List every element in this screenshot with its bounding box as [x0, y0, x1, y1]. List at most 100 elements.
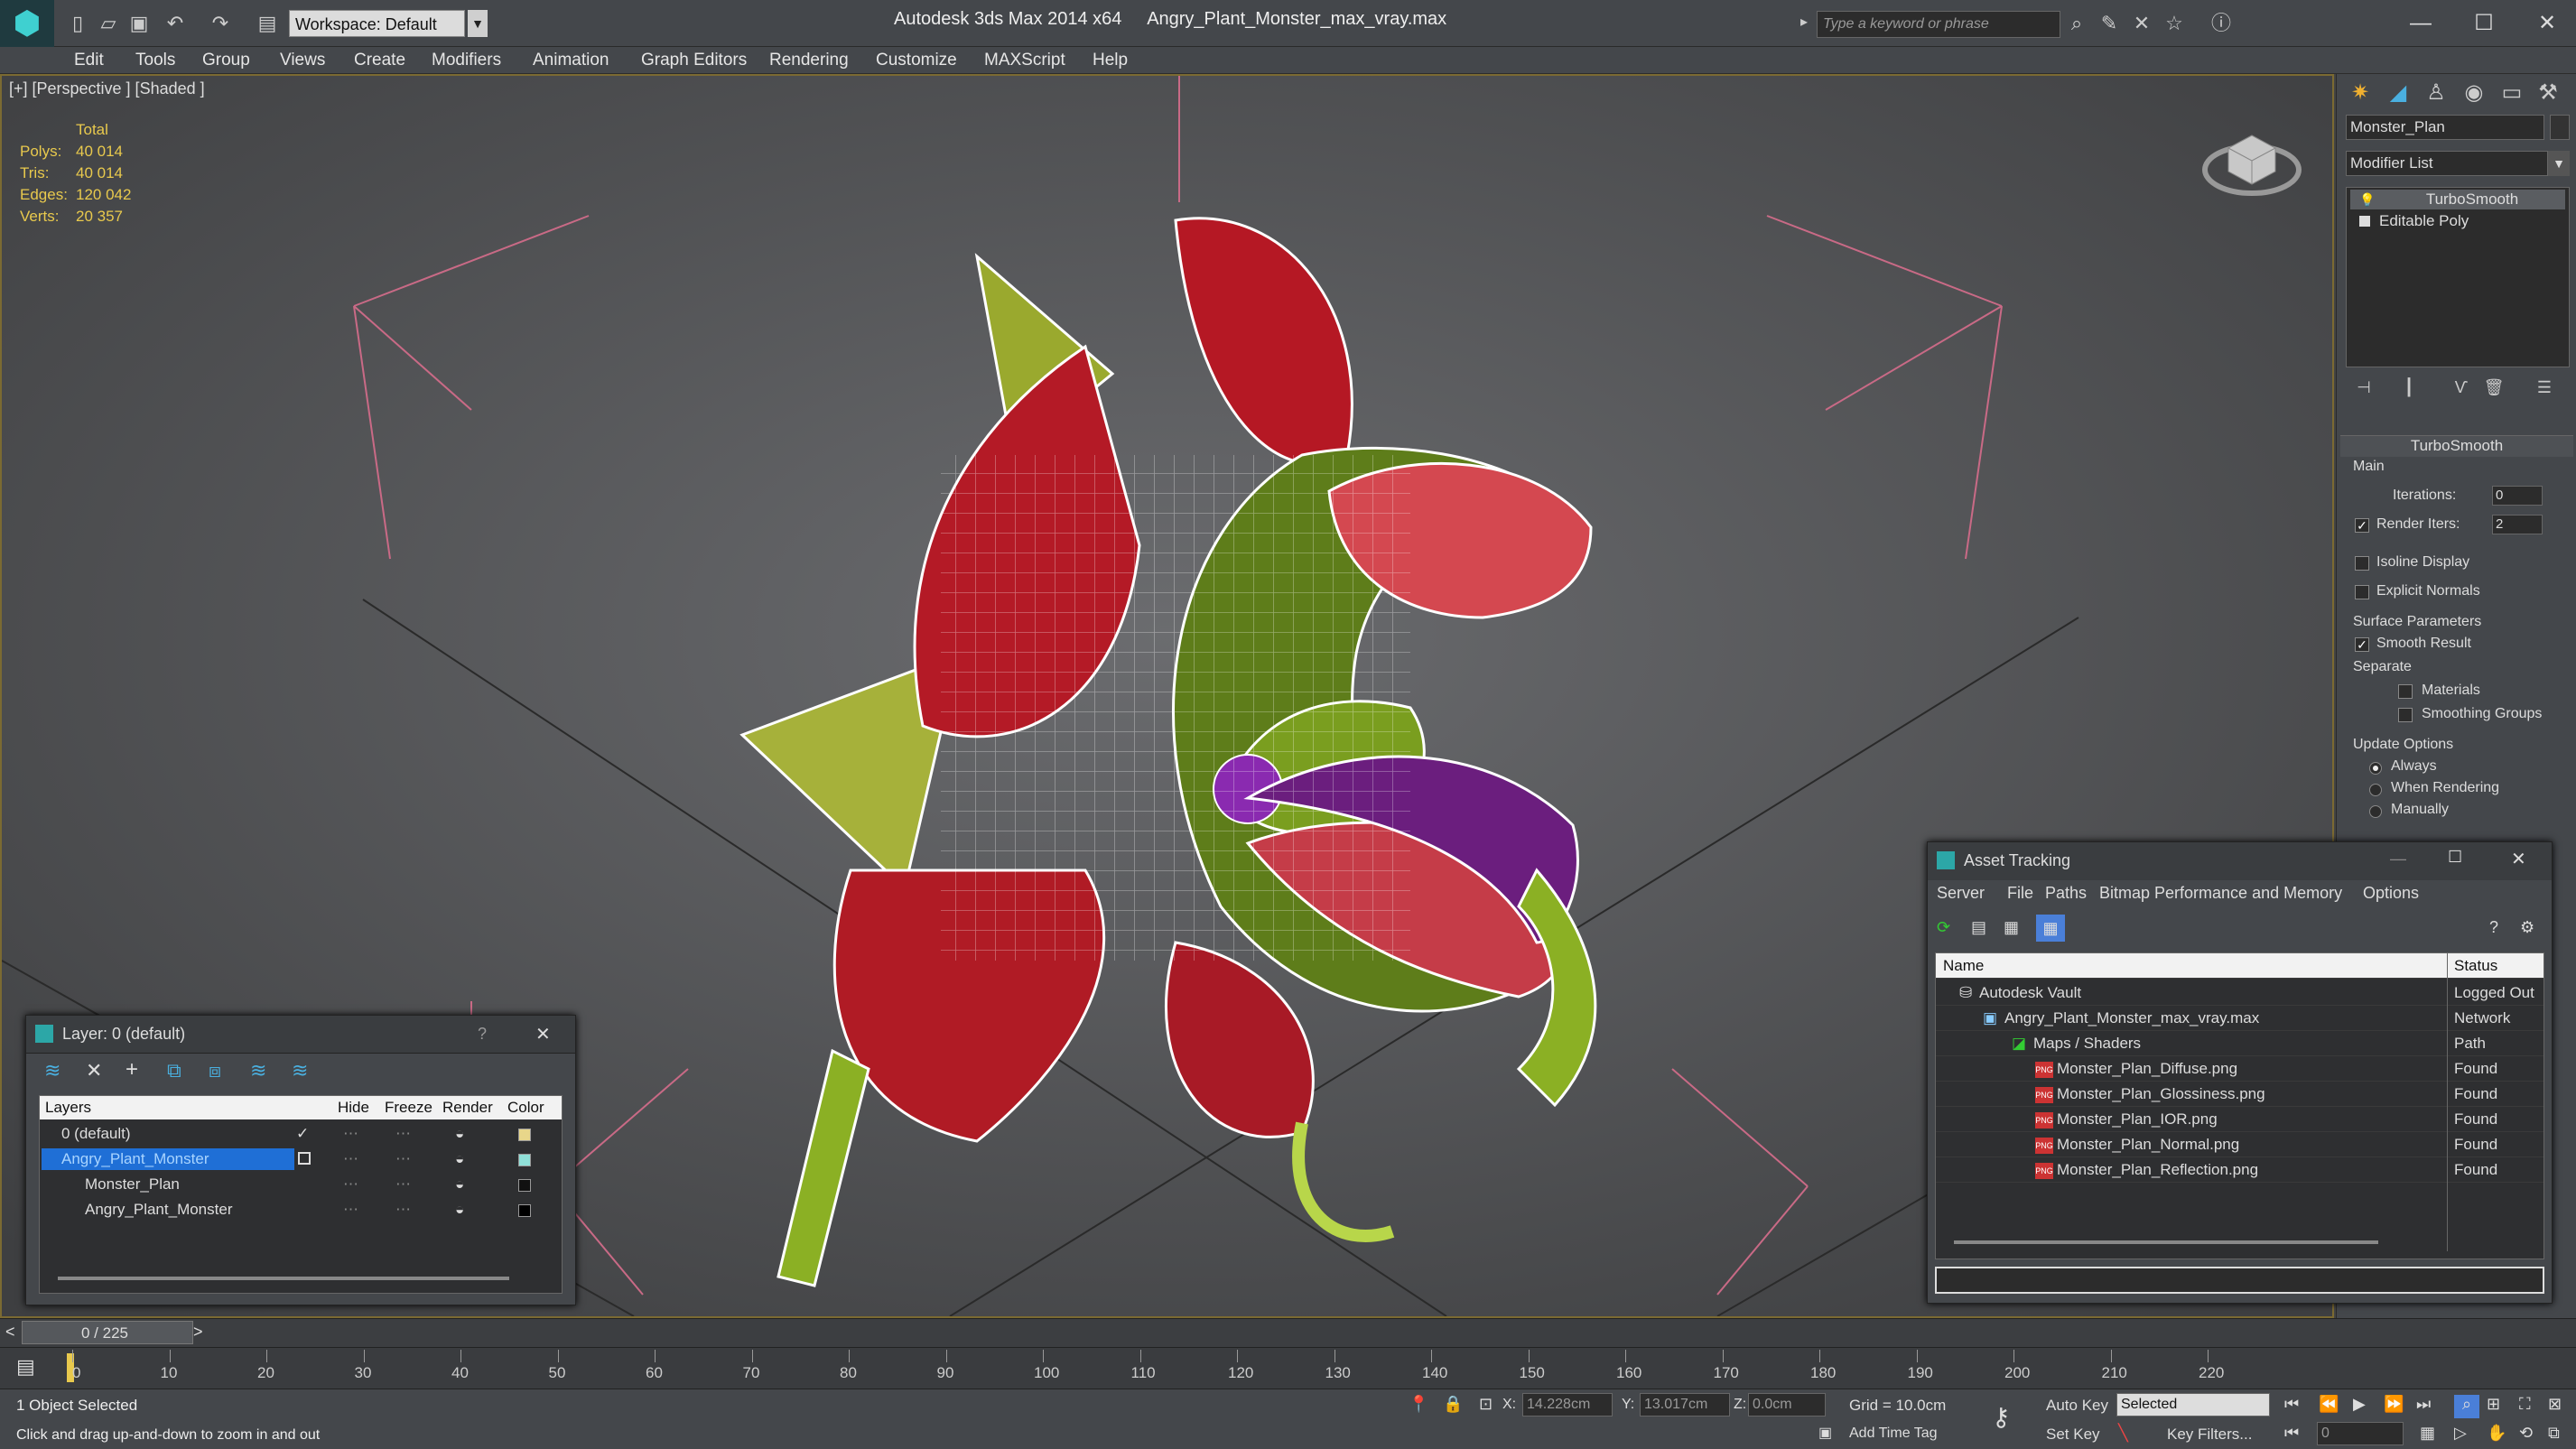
help-icon[interactable]: ⓘ: [2209, 11, 2234, 36]
hide-all-icon[interactable]: ≋: [250, 1059, 266, 1082]
table-view-icon[interactable]: ▦: [2036, 915, 2065, 942]
create-tab-icon[interactable]: ✷: [2342, 79, 2378, 112]
close-button[interactable]: ✕: [2525, 5, 2570, 42]
layer-row[interactable]: Angry_Plant_Monster ⋯ ⋯ ◒: [40, 1197, 562, 1222]
layer-color-swatch[interactable]: [518, 1204, 531, 1217]
track-bar[interactable]: ▤ 0 10 20 30 40 50 60 70 80 90 100 110 120 130 140 150 1…: [0, 1347, 2576, 1389]
key-mode-dropdown[interactable]: Selected: [2116, 1393, 2270, 1416]
remove-modifier-icon[interactable]: 🗑: [2481, 378, 2506, 404]
open-file-icon[interactable]: ▱: [96, 11, 121, 36]
maximize-viewport-icon[interactable]: ⧉: [2548, 1424, 2560, 1443]
x-coordinate-field[interactable]: 14.228cm: [1522, 1393, 1613, 1416]
maximize-button[interactable]: ☐: [2448, 848, 2462, 867]
materials-checkbox[interactable]: [2398, 684, 2413, 699]
always-radio[interactable]: [2369, 762, 2382, 775]
render-teapot-icon[interactable]: ◒: [455, 1197, 464, 1222]
object-color-swatch[interactable]: [2550, 115, 2570, 140]
search-expand-icon[interactable]: ▸: [1800, 13, 1808, 31]
search-input[interactable]: Type a keyword or phrase: [1817, 11, 2060, 38]
modify-tab-icon[interactable]: ◢: [2380, 79, 2416, 112]
stack-item-turbosmooth[interactable]: TurboSmooth: [2350, 190, 2565, 209]
display-tab-icon[interactable]: ▭: [2494, 79, 2530, 112]
asset-row[interactable]: PNG Monster_Plan_Reflection.png Found: [1936, 1157, 2543, 1183]
next-key-icon[interactable]: ⏩: [2384, 1395, 2404, 1414]
render-iters-spinner[interactable]: 2: [2492, 515, 2543, 534]
hide-toggle-icon[interactable]: ⋯: [343, 1121, 358, 1147]
hierarchy-tab-icon[interactable]: ♙: [2418, 79, 2454, 112]
key-mode-toggle-icon[interactable]: ⏮: [2284, 1424, 2299, 1443]
layer-row[interactable]: 0 (default) ✓ ⋯ ⋯ ◒: [40, 1121, 562, 1147]
asset-row[interactable]: PNG Monster_Plan_Glossiness.png Found: [1936, 1082, 2543, 1107]
orbit-icon[interactable]: ⟲: [2519, 1424, 2533, 1443]
z-coordinate-field[interactable]: 0.0cm: [1748, 1393, 1826, 1416]
active-layer-check-icon[interactable]: ✓: [296, 1121, 309, 1147]
smooth-result-checkbox[interactable]: ✓: [2355, 637, 2369, 652]
delete-layer-icon[interactable]: ✕: [86, 1059, 102, 1082]
iterations-spinner[interactable]: 0: [2492, 486, 2543, 506]
next-frame-icon[interactable]: >: [193, 1323, 203, 1342]
when-rendering-radio[interactable]: [2369, 784, 2382, 796]
col-name[interactable]: Name: [1943, 953, 1984, 979]
horizontal-scrollbar[interactable]: [1954, 1240, 2378, 1244]
layer-color-swatch[interactable]: [518, 1129, 531, 1141]
smoothing-groups-checkbox[interactable]: [2398, 708, 2413, 722]
subscription-icon[interactable]: ✎: [2097, 11, 2122, 36]
menu-views[interactable]: Views: [280, 51, 325, 70]
viewport-label[interactable]: [+] [Perspective ] [Shaded ]: [9, 79, 205, 98]
close-button[interactable]: ✕: [535, 1023, 551, 1045]
layer-color-swatch[interactable]: [518, 1179, 531, 1192]
key-icon[interactable]: ⚷: [1992, 1402, 2011, 1432]
freeze-all-icon[interactable]: ≋: [292, 1059, 308, 1082]
menu-paths[interactable]: Paths: [2045, 884, 2087, 903]
configure-sets-icon[interactable]: ☰: [2532, 378, 2557, 404]
make-unique-icon[interactable]: Ѵ: [2449, 378, 2474, 404]
render-teapot-icon[interactable]: ◒: [455, 1121, 464, 1147]
col-freeze[interactable]: Freeze: [385, 1096, 432, 1119]
menu-group[interactable]: Group: [202, 51, 250, 70]
menu-graph-editors[interactable]: Graph Editors: [641, 51, 747, 70]
lightbulb-icon[interactable]: 💡: [2359, 192, 2375, 208]
asset-path-field[interactable]: [1935, 1267, 2544, 1294]
maximize-button[interactable]: ☐: [2461, 5, 2506, 42]
col-status[interactable]: Status: [2454, 953, 2497, 979]
auto-key-button[interactable]: Auto Key: [2046, 1397, 2108, 1415]
menu-maxscript[interactable]: MAXScript: [984, 51, 1065, 70]
zoom-extents-all-icon[interactable]: ⊠: [2548, 1395, 2562, 1414]
pin-stack-icon[interactable]: ⊣: [2351, 378, 2376, 404]
col-color[interactable]: Color: [507, 1096, 544, 1119]
time-config-icon[interactable]: ▦: [2420, 1424, 2435, 1443]
options-icon[interactable]: ⚙: [2520, 918, 2534, 937]
undo-icon[interactable]: ↶: [163, 11, 188, 36]
field-of-view-icon[interactable]: ▷: [2454, 1424, 2467, 1443]
menu-customize[interactable]: Customize: [876, 51, 957, 70]
explicit-normals-checkbox[interactable]: [2355, 585, 2369, 599]
hide-toggle-icon[interactable]: ⋯: [343, 1147, 358, 1172]
chevron-down-icon[interactable]: ▼: [468, 10, 488, 37]
selection-lock-icon[interactable]: 🔒: [1443, 1395, 1463, 1414]
layer-row[interactable]: Monster_Plan ⋯ ⋯ ◒: [40, 1172, 562, 1197]
freeze-toggle-icon[interactable]: ⋯: [395, 1172, 411, 1197]
set-key-button[interactable]: Set Key: [2046, 1426, 2100, 1444]
stack-item-editable-poly[interactable]: Editable Poly: [2350, 211, 2565, 231]
prev-frame-icon[interactable]: <: [5, 1323, 15, 1342]
zoom-all-icon[interactable]: ⊞: [2487, 1395, 2500, 1414]
minimize-button[interactable]: —: [2398, 5, 2443, 42]
pan-hand-icon[interactable]: ✋: [2487, 1424, 2506, 1443]
menu-help[interactable]: Help: [1093, 51, 1128, 70]
current-frame-field[interactable]: 0: [2317, 1422, 2404, 1445]
project-folder-icon[interactable]: ▤: [255, 11, 280, 36]
asset-row[interactable]: ⛁ Autodesk Vault Logged Out: [1936, 980, 2543, 1006]
highlight-layer-icon[interactable]: ⧈: [209, 1059, 221, 1082]
asset-row[interactable]: PNG Monster_Plan_Normal.png Found: [1936, 1132, 2543, 1157]
col-hide[interactable]: Hide: [338, 1096, 369, 1119]
create-layer-icon[interactable]: ≋: [44, 1059, 60, 1082]
asset-row[interactable]: PNG Monster_Plan_IOR.png Found: [1936, 1107, 2543, 1132]
previous-key-icon[interactable]: ⏪: [2319, 1395, 2339, 1414]
object-name-field[interactable]: Monster_Plan: [2346, 115, 2544, 140]
zoom-extents-icon[interactable]: ⛶: [2519, 1395, 2531, 1414]
horizontal-scrollbar[interactable]: [58, 1277, 509, 1280]
time-slider[interactable]: < 0 / 225 >: [0, 1318, 2576, 1347]
layer-row[interactable]: Angry_Plant_Monster ⋯ ⋯ ◒: [40, 1147, 562, 1172]
menu-modifiers[interactable]: Modifiers: [432, 51, 501, 70]
play-icon[interactable]: ▶: [2353, 1395, 2366, 1414]
